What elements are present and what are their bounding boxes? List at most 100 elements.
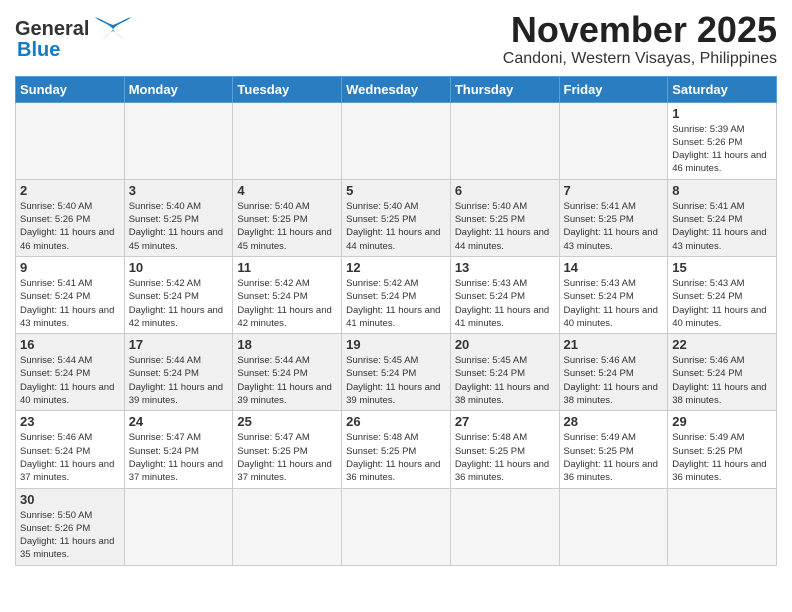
calendar-day-cell: 30 Sunrise: 5:50 AM Sunset: 5:26 PM Dayli… — [16, 488, 125, 565]
calendar-day-cell — [233, 102, 342, 179]
day-number: 23 — [20, 414, 120, 429]
day-info: Sunrise: 5:47 AM Sunset: 5:24 PM Dayligh… — [129, 431, 229, 484]
calendar-day-cell — [233, 488, 342, 565]
day-info: Sunrise: 5:46 AM Sunset: 5:24 PM Dayligh… — [672, 354, 772, 407]
day-number: 17 — [129, 337, 229, 352]
calendar-day-cell: 16Sunrise: 5:44 AM Sunset: 5:24 PM Dayli… — [16, 334, 125, 411]
day-number: 4 — [237, 183, 337, 198]
calendar-day-cell — [342, 102, 451, 179]
calendar-day-cell: 22 Sunrise: 5:46 AM Sunset: 5:24 PM Dayli… — [668, 334, 777, 411]
calendar-day-cell: 25Sunrise: 5:47 AM Sunset: 5:25 PM Dayli… — [233, 411, 342, 488]
calendar-day-cell — [450, 102, 559, 179]
calendar-day-cell: 1Sunrise: 5:39 AM Sunset: 5:26 PM Daylig… — [668, 102, 777, 179]
day-number: 16 — [20, 337, 120, 352]
calendar-week-row: 16 Sunrise: 5:44 AM Sunset: 5:24 PM Dayli… — [16, 334, 777, 411]
calendar-day-cell: 28Sunrise: 5:49 AM Sunset: 5:25 PM Dayli… — [559, 411, 668, 488]
day-info: Sunrise: 5:42 AM Sunset: 5:24 PM Dayligh… — [237, 277, 337, 330]
col-friday: Friday — [559, 76, 668, 102]
day-info: Sunrise: 5:43 AM Sunset: 5:24 PM Dayligh… — [672, 277, 772, 330]
calendar-day-cell: 27 Sunrise: 5:48 AM Sunset: 5:25 PM Dayli… — [450, 411, 559, 488]
day-info: Sunrise: 5:45 AM Sunset: 5:24 PM Dayligh… — [455, 354, 555, 407]
day-number: 27 — [455, 414, 555, 429]
day-number: 19 — [346, 337, 446, 352]
day-number: 8 — [672, 183, 772, 198]
day-info: Sunrise: 5:41 AM Sunset: 5:25 PM Dayligh… — [564, 200, 664, 253]
calendar-day-cell: 3 Sunrise: 5:40 AM Sunset: 5:25 PM Daylig… — [124, 179, 233, 256]
calendar-day-cell: 10Sunrise: 5:42 AM Sunset: 5:24 PM Dayli… — [124, 256, 233, 333]
day-number: 22 — [672, 337, 772, 352]
logo-blue-text: Blue — [17, 39, 60, 62]
day-number: 3 — [129, 183, 229, 198]
calendar-day-cell: 29 Sunrise: 5:49 AM Sunset: 5:25 PM Dayli… — [668, 411, 777, 488]
day-info: Sunrise: 5:50 AM Sunset: 5:26 PM Dayligh… — [20, 509, 120, 562]
day-info: Sunrise: 5:40 AM Sunset: 5:25 PM Dayligh… — [129, 200, 229, 253]
day-info: Sunrise: 5:40 AM Sunset: 5:25 PM Dayligh… — [346, 200, 446, 253]
col-saturday: Saturday — [668, 76, 777, 102]
day-info: Sunrise: 5:49 AM Sunset: 5:25 PM Dayligh… — [672, 431, 772, 484]
day-info: Sunrise: 5:44 AM Sunset: 5:24 PM Dayligh… — [237, 354, 337, 407]
calendar-day-cell — [559, 102, 668, 179]
calendar-week-row: 2Sunrise: 5:40 AM Sunset: 5:26 PM Daylig… — [16, 179, 777, 256]
day-info: Sunrise: 5:41 AM Sunset: 5:24 PM Dayligh… — [20, 277, 120, 330]
day-number: 7 — [564, 183, 664, 198]
day-number: 11 — [237, 260, 337, 275]
calendar-day-cell: 2Sunrise: 5:40 AM Sunset: 5:26 PM Daylig… — [16, 179, 125, 256]
logo: General Blue — [15, 10, 133, 62]
col-tuesday: Tuesday — [233, 76, 342, 102]
logo-bird-icon — [93, 15, 133, 43]
calendar-day-cell — [124, 488, 233, 565]
calendar-day-cell: 11 Sunrise: 5:42 AM Sunset: 5:24 PM Dayli… — [233, 256, 342, 333]
calendar-day-cell — [124, 102, 233, 179]
calendar-table: Sunday Monday Tuesday Wednesday Thursday… — [15, 76, 777, 566]
day-number: 5 — [346, 183, 446, 198]
day-number: 30 — [20, 492, 120, 507]
calendar-day-cell: 20Sunrise: 5:45 AM Sunset: 5:24 PM Dayli… — [450, 334, 559, 411]
day-info: Sunrise: 5:45 AM Sunset: 5:24 PM Dayligh… — [346, 354, 446, 407]
day-number: 21 — [564, 337, 664, 352]
calendar-day-cell: 24 Sunrise: 5:47 AM Sunset: 5:24 PM Dayli… — [124, 411, 233, 488]
calendar-day-cell: 7 Sunrise: 5:41 AM Sunset: 5:25 PM Daylig… — [559, 179, 668, 256]
day-number: 6 — [455, 183, 555, 198]
calendar-day-cell: 19 Sunrise: 5:45 AM Sunset: 5:24 PM Dayli… — [342, 334, 451, 411]
day-info: Sunrise: 5:44 AM Sunset: 5:24 PM Dayligh… — [129, 354, 229, 407]
calendar-day-cell: 21Sunrise: 5:46 AM Sunset: 5:24 PM Dayli… — [559, 334, 668, 411]
day-number: 1 — [672, 106, 772, 121]
day-info: Sunrise: 5:42 AM Sunset: 5:24 PM Dayligh… — [129, 277, 229, 330]
day-info: Sunrise: 5:42 AM Sunset: 5:24 PM Dayligh… — [346, 277, 446, 330]
day-info: Sunrise: 5:43 AM Sunset: 5:24 PM Dayligh… — [564, 277, 664, 330]
col-sunday: Sunday — [16, 76, 125, 102]
logo-general-text: General — [15, 18, 89, 41]
calendar-day-cell: 8 Sunrise: 5:41 AM Sunset: 5:24 PM Daylig… — [668, 179, 777, 256]
calendar-week-row: 9Sunrise: 5:41 AM Sunset: 5:24 PM Daylig… — [16, 256, 777, 333]
calendar-day-cell — [342, 488, 451, 565]
calendar-day-cell: 6Sunrise: 5:40 AM Sunset: 5:25 PM Daylig… — [450, 179, 559, 256]
calendar-day-cell: 23 Sunrise: 5:46 AM Sunset: 5:24 PM Dayli… — [16, 411, 125, 488]
day-number: 28 — [564, 414, 664, 429]
day-number: 15 — [672, 260, 772, 275]
day-number: 24 — [129, 414, 229, 429]
calendar-day-cell: 4 Sunrise: 5:40 AM Sunset: 5:25 PM Daylig… — [233, 179, 342, 256]
day-info: Sunrise: 5:47 AM Sunset: 5:25 PM Dayligh… — [237, 431, 337, 484]
calendar-day-cell — [668, 488, 777, 565]
calendar-day-cell: 9Sunrise: 5:41 AM Sunset: 5:24 PM Daylig… — [16, 256, 125, 333]
day-info: Sunrise: 5:46 AM Sunset: 5:24 PM Dayligh… — [20, 431, 120, 484]
calendar-day-cell: 17 Sunrise: 5:44 AM Sunset: 5:24 PM Dayli… — [124, 334, 233, 411]
calendar-day-cell: 26Sunrise: 5:48 AM Sunset: 5:25 PM Dayli… — [342, 411, 451, 488]
day-info: Sunrise: 5:41 AM Sunset: 5:24 PM Dayligh… — [672, 200, 772, 253]
day-info: Sunrise: 5:40 AM Sunset: 5:25 PM Dayligh… — [237, 200, 337, 253]
calendar-day-cell: 18Sunrise: 5:44 AM Sunset: 5:24 PM Dayli… — [233, 334, 342, 411]
calendar-day-cell: 12 Sunrise: 5:42 AM Sunset: 5:24 PM Dayli… — [342, 256, 451, 333]
calendar-header-row: Sunday Monday Tuesday Wednesday Thursday… — [16, 76, 777, 102]
title-area: November 2025 Candoni, Western Visayas, … — [503, 10, 777, 68]
calendar-day-cell — [450, 488, 559, 565]
calendar-day-cell: 15 Sunrise: 5:43 AM Sunset: 5:24 PM Dayli… — [668, 256, 777, 333]
col-wednesday: Wednesday — [342, 76, 451, 102]
calendar-day-cell: 13Sunrise: 5:43 AM Sunset: 5:24 PM Dayli… — [450, 256, 559, 333]
day-number: 12 — [346, 260, 446, 275]
day-info: Sunrise: 5:40 AM Sunset: 5:26 PM Dayligh… — [20, 200, 120, 253]
day-number: 26 — [346, 414, 446, 429]
day-info: Sunrise: 5:48 AM Sunset: 5:25 PM Dayligh… — [455, 431, 555, 484]
col-monday: Monday — [124, 76, 233, 102]
day-number: 29 — [672, 414, 772, 429]
calendar-day-cell — [16, 102, 125, 179]
